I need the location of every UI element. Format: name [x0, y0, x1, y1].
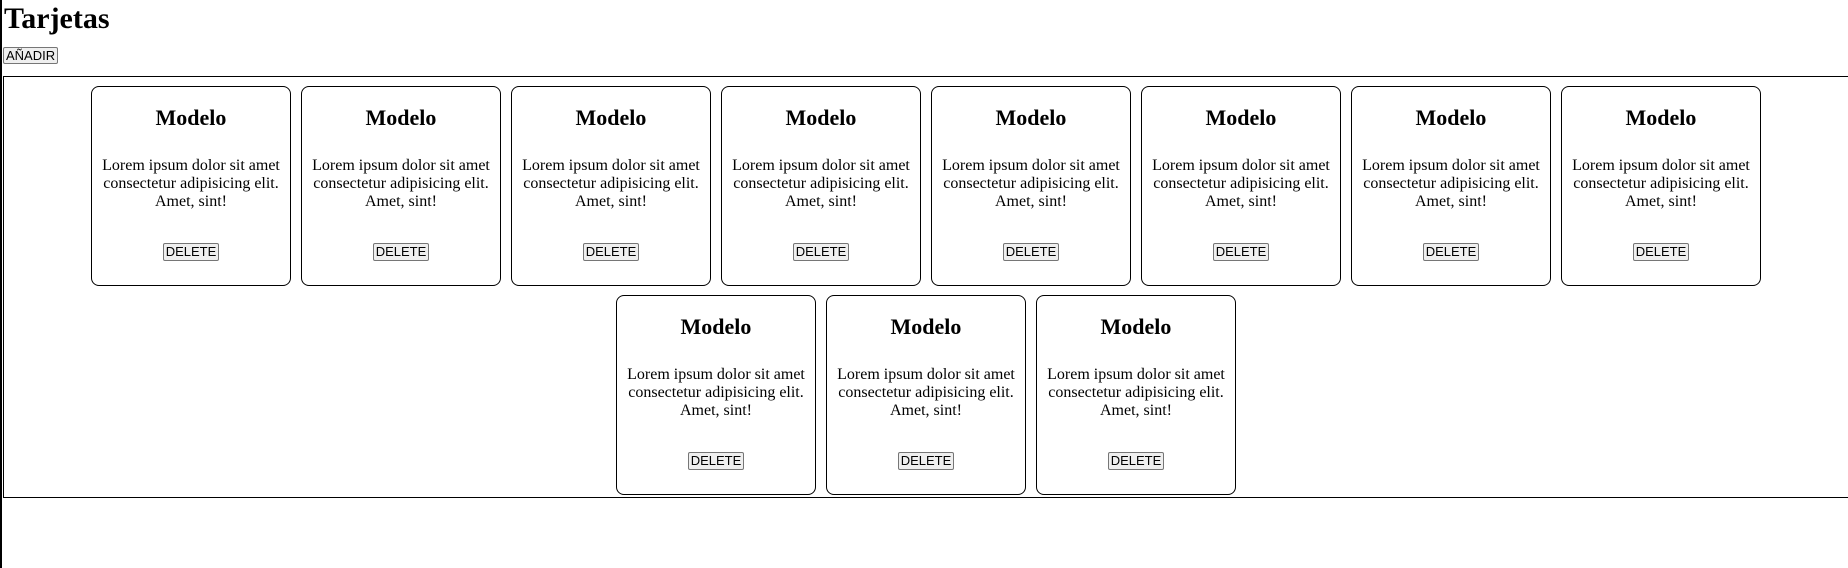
delete-button[interactable]: DELETE — [1002, 243, 1060, 261]
card-title: Modelo — [890, 314, 962, 339]
delete-button[interactable]: DELETE — [372, 243, 430, 261]
card-text: Lorem ipsum dolor sit amet consectetur a… — [102, 157, 280, 210]
delete-button[interactable]: DELETE — [162, 243, 220, 261]
card: Modelo Lorem ipsum dolor sit amet consec… — [301, 86, 501, 286]
card: Modelo Lorem ipsum dolor sit amet consec… — [826, 295, 1026, 495]
delete-button[interactable]: DELETE — [1632, 243, 1690, 261]
card: Modelo Lorem ipsum dolor sit amet consec… — [1561, 86, 1761, 286]
delete-button[interactable]: DELETE — [1212, 243, 1270, 261]
card-text: Lorem ipsum dolor sit amet consectetur a… — [1152, 157, 1330, 210]
card: Modelo Lorem ipsum dolor sit amet consec… — [1351, 86, 1551, 286]
card-container: Modelo Lorem ipsum dolor sit amet consec… — [3, 76, 1848, 498]
card-title: Modelo — [155, 105, 227, 130]
card-title: Modelo — [995, 105, 1067, 130]
delete-button[interactable]: DELETE — [792, 243, 850, 261]
card: Modelo Lorem ipsum dolor sit amet consec… — [616, 295, 816, 495]
card-text: Lorem ipsum dolor sit amet consectetur a… — [1362, 157, 1540, 210]
card: Modelo Lorem ipsum dolor sit amet consec… — [1141, 86, 1341, 286]
card-title: Modelo — [365, 105, 437, 130]
card: Modelo Lorem ipsum dolor sit amet consec… — [721, 86, 921, 286]
card-title: Modelo — [1205, 105, 1277, 130]
card-text: Lorem ipsum dolor sit amet consectetur a… — [312, 157, 490, 210]
card: Modelo Lorem ipsum dolor sit amet consec… — [1036, 295, 1236, 495]
delete-button[interactable]: DELETE — [1422, 243, 1480, 261]
card-text: Lorem ipsum dolor sit amet consectetur a… — [1572, 157, 1750, 210]
card: Modelo Lorem ipsum dolor sit amet consec… — [511, 86, 711, 286]
card-title: Modelo — [1415, 105, 1487, 130]
card-text: Lorem ipsum dolor sit amet consectetur a… — [627, 366, 805, 419]
card-text: Lorem ipsum dolor sit amet consectetur a… — [837, 366, 1015, 419]
card-text: Lorem ipsum dolor sit amet consectetur a… — [522, 157, 700, 210]
card: Modelo Lorem ipsum dolor sit amet consec… — [91, 86, 291, 286]
card: Modelo Lorem ipsum dolor sit amet consec… — [931, 86, 1131, 286]
page: Tarjetas AÑADIR Modelo Lorem ipsum dolor… — [0, 0, 1848, 568]
add-button[interactable]: AÑADIR — [3, 47, 59, 64]
card-text: Lorem ipsum dolor sit amet consectetur a… — [1047, 366, 1225, 419]
card-title: Modelo — [785, 105, 857, 130]
delete-button[interactable]: DELETE — [897, 452, 955, 470]
delete-button[interactable]: DELETE — [687, 452, 745, 470]
card-text: Lorem ipsum dolor sit amet consectetur a… — [942, 157, 1120, 210]
delete-button[interactable]: DELETE — [582, 243, 640, 261]
card-title: Modelo — [1625, 105, 1697, 130]
card-text: Lorem ipsum dolor sit amet consectetur a… — [732, 157, 910, 210]
page-title: Tarjetas — [4, 2, 110, 35]
delete-button[interactable]: DELETE — [1107, 452, 1165, 470]
card-title: Modelo — [680, 314, 752, 339]
card-title: Modelo — [1100, 314, 1172, 339]
card-title: Modelo — [575, 105, 647, 130]
